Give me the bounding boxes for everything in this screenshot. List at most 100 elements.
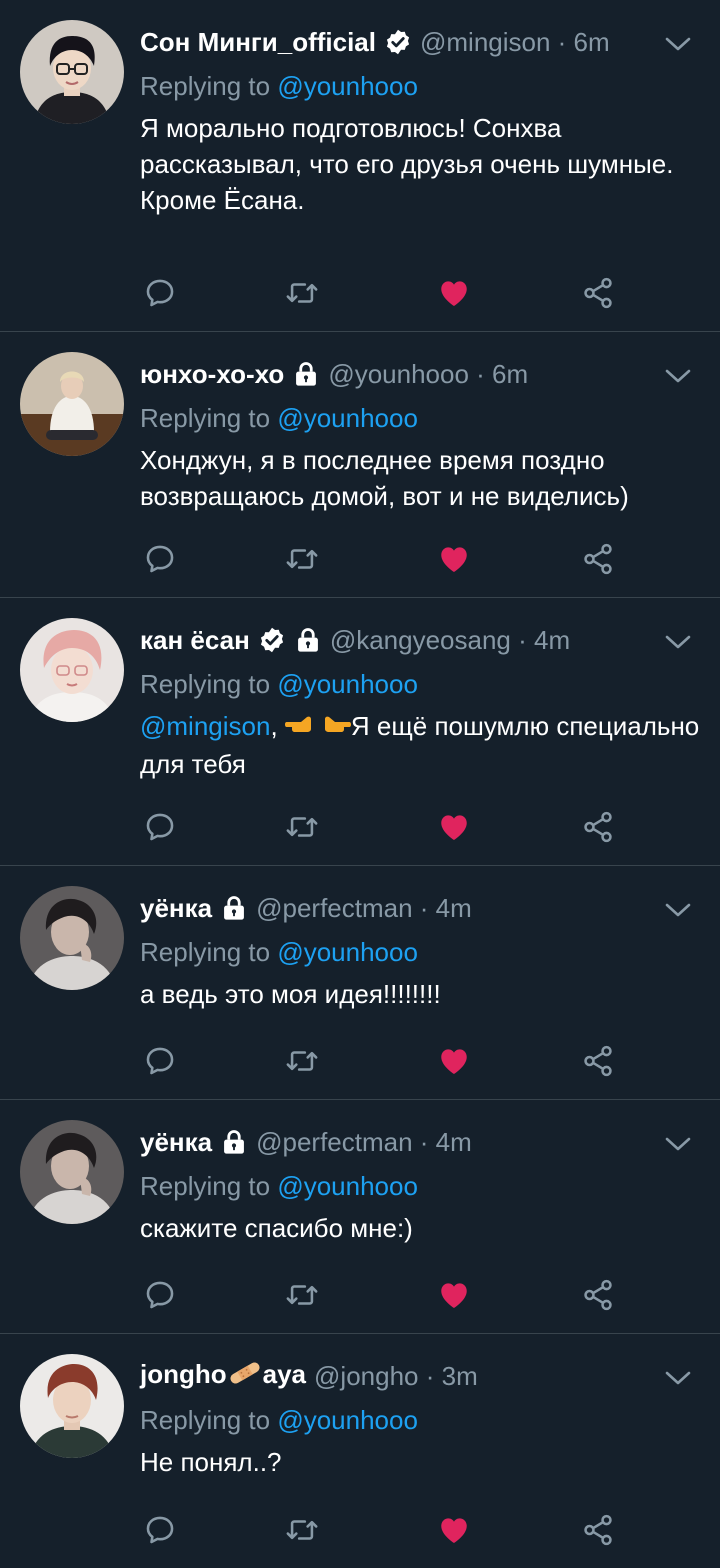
display-name[interactable]: кан ёсан [140, 625, 250, 656]
replying-to: Replying to @younhooo [140, 662, 700, 706]
display-name[interactable]: jongho aya [140, 1359, 306, 1393]
retweet-button[interactable] [282, 1510, 322, 1550]
like-button[interactable] [434, 273, 474, 313]
share-icon [581, 276, 615, 310]
lock-icon [220, 1128, 248, 1156]
chevron-down-icon[interactable] [664, 34, 692, 54]
handle-and-time[interactable]: @mingison · 6m [420, 27, 610, 58]
replying-to-mention[interactable]: @younhooo [277, 937, 418, 967]
tweet-actions [140, 273, 640, 317]
tweet[interactable]: кан ёсан @kangyeosang · 4m Replying to @… [0, 598, 720, 866]
speech-bubble-icon [143, 1513, 177, 1547]
tweet-header: jongho aya @jongho · 3m [140, 1354, 700, 1398]
tweet-actions [140, 807, 640, 851]
like-button[interactable] [434, 1275, 474, 1315]
retweet-icon [285, 542, 319, 576]
tweet-text: Не понял..? [140, 1447, 282, 1477]
text-mention[interactable]: @mingison [140, 711, 270, 741]
pointing-hands-emoji-icon [284, 710, 351, 746]
tweet[interactable]: юнхо-хо-хо @younhooo · 6m Replying to @y… [0, 332, 720, 598]
tweet-header: юнхо-хо-хо @younhooo · 6m [140, 352, 700, 396]
share-button[interactable] [578, 1041, 618, 1081]
retweet-button[interactable] [282, 1275, 322, 1315]
speech-bubble-icon [143, 810, 177, 844]
avatar-image [20, 20, 124, 124]
tweet-text: Я морально подготовлюсь! Сонхва рассказы… [140, 113, 674, 215]
chevron-down-icon[interactable] [664, 632, 692, 652]
tweet[interactable]: уёнка @perfectman · 4m Replying to @youn… [0, 866, 720, 1100]
avatar[interactable] [20, 20, 124, 124]
tweet[interactable]: Сон Минги_official @mingison · 6m Replyi… [0, 0, 720, 332]
retweet-button[interactable] [282, 539, 322, 579]
heart-icon [437, 1278, 471, 1312]
chevron-down-icon[interactable] [664, 366, 692, 386]
display-name[interactable]: юнхо-хо-хо [140, 359, 284, 390]
speech-bubble-icon [143, 542, 177, 576]
reply-button[interactable] [140, 807, 180, 847]
avatar[interactable] [20, 352, 124, 456]
tweet[interactable]: уёнка @perfectman · 4m Replying to @youn… [0, 1100, 720, 1334]
like-button[interactable] [434, 807, 474, 847]
tweet[interactable]: jongho aya @jongho · 3m Replying to @you… [0, 1334, 720, 1568]
replying-to-mention[interactable]: @younhooo [277, 1171, 418, 1201]
share-button[interactable] [578, 539, 618, 579]
replying-to-mention[interactable]: @younhooo [277, 669, 418, 699]
chevron-down-icon[interactable] [664, 900, 692, 920]
tweet-actions [140, 1510, 640, 1554]
retweet-button[interactable] [282, 807, 322, 847]
tweet-actions [140, 539, 640, 583]
reply-button[interactable] [140, 539, 180, 579]
retweet-button[interactable] [282, 273, 322, 313]
display-name[interactable]: уёнка [140, 1127, 212, 1158]
share-button[interactable] [578, 273, 618, 313]
avatar[interactable] [20, 618, 124, 722]
reply-button[interactable] [140, 1510, 180, 1550]
share-button[interactable] [578, 807, 618, 847]
tweet-header: уёнка @perfectman · 4m [140, 886, 700, 930]
avatar-image [20, 618, 124, 722]
display-name-part: aya [262, 1359, 307, 1390]
tweet-text: а ведь это моя идея!!!!!!!! [140, 979, 441, 1009]
replying-to-mention[interactable]: @younhooo [277, 1405, 418, 1435]
tweet-header: Сон Минги_official @mingison · 6m [140, 20, 700, 64]
tweet-text: скажите спасибо мне:) [140, 1213, 413, 1243]
replying-to: Replying to @younhooo [140, 1164, 700, 1208]
avatar[interactable] [20, 1354, 124, 1458]
replying-to-label: Replying to [140, 71, 278, 101]
display-name[interactable]: уёнка [140, 893, 212, 924]
like-button[interactable] [434, 539, 474, 579]
like-button[interactable] [434, 1041, 474, 1081]
lock-icon [292, 360, 320, 388]
reply-button[interactable] [140, 1275, 180, 1315]
tweet-header: кан ёсан @kangyeosang · 4m [140, 618, 700, 662]
handle-and-time[interactable]: @jongho · 3m [314, 1361, 478, 1392]
heart-icon [437, 810, 471, 844]
replying-to-label: Replying to [140, 1405, 278, 1435]
share-icon [581, 810, 615, 844]
retweet-button[interactable] [282, 1041, 322, 1081]
display-name[interactable]: Сон Минги_official [140, 27, 376, 58]
reply-button[interactable] [140, 1041, 180, 1081]
like-button[interactable] [434, 1510, 474, 1550]
share-button[interactable] [578, 1510, 618, 1550]
handle-and-time[interactable]: @perfectman · 4m [256, 893, 472, 924]
retweet-icon [285, 1044, 319, 1078]
heart-icon [437, 542, 471, 576]
handle-and-time[interactable]: @younhooo · 6m [328, 359, 528, 390]
chevron-down-icon[interactable] [664, 1368, 692, 1388]
lock-icon [220, 894, 248, 922]
share-icon [581, 542, 615, 576]
avatar[interactable] [20, 1120, 124, 1224]
handle-and-time[interactable]: @kangyeosang · 4m [330, 625, 570, 656]
replying-to-mention[interactable]: @younhooo [277, 403, 418, 433]
reply-button[interactable] [140, 273, 180, 313]
avatar[interactable] [20, 886, 124, 990]
tweet-text: Хонджун, я в последнее время поздно возв… [140, 445, 629, 511]
replying-to-mention[interactable]: @younhooo [277, 71, 418, 101]
replying-to-label: Replying to [140, 669, 278, 699]
chevron-down-icon[interactable] [664, 1134, 692, 1154]
handle-and-time[interactable]: @perfectman · 4m [256, 1127, 472, 1158]
heart-icon [437, 1044, 471, 1078]
avatar-image [20, 352, 124, 456]
share-button[interactable] [578, 1275, 618, 1315]
